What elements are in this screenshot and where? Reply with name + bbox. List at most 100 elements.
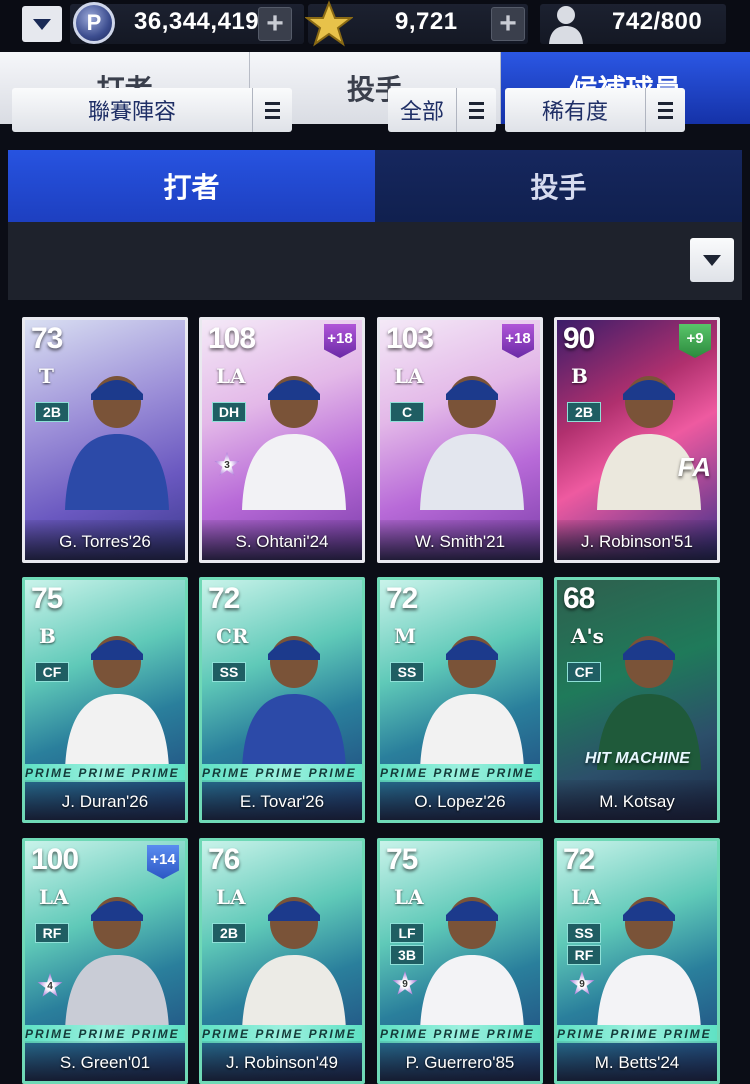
position-badge: SS <box>212 662 246 682</box>
player-portrait <box>420 897 524 1031</box>
player-card[interactable]: 75 B CF PRIME PRIME PRIME J. Duran'26 <box>22 577 188 823</box>
card-overall: 103 <box>386 322 434 355</box>
card-overall: 100 <box>31 843 79 876</box>
team-logo: CR <box>216 624 249 648</box>
player-name: J. Robinson'51 <box>557 520 717 560</box>
team-logo: LA <box>39 885 69 909</box>
position-badge: RF <box>567 945 601 965</box>
player-name: J. Duran'26 <box>25 780 185 820</box>
sub-tabs: 打者 投手 <box>8 150 742 222</box>
player-portrait <box>65 636 169 770</box>
player-card[interactable]: 90 B 2B +9 FA J. Robinson'51 <box>554 317 720 563</box>
position-badge: 2B <box>35 402 69 422</box>
player-card[interactable]: 76 LA 2B PRIME PRIME PRIME J. Robinson'49 <box>199 838 365 1084</box>
player-portrait <box>242 376 346 510</box>
add-points-button[interactable]: + <box>258 7 292 41</box>
card-overall: 75 <box>31 582 63 615</box>
player-card[interactable]: 103 LA C +18 W. Smith'21 <box>377 317 543 563</box>
currency-bar: P 36,344,419 + 9,721 + 742/800 <box>0 0 750 50</box>
card-overall: 90 <box>563 322 595 355</box>
person-icon <box>549 6 583 44</box>
player-portrait <box>420 376 524 510</box>
player-card[interactable]: 100 LA RF +14 4 PRIME PRIME PRIME S. Green'01 <box>22 838 188 1084</box>
player-portrait <box>597 636 701 770</box>
player-name: M. Betts'24 <box>557 1041 717 1081</box>
position-badge: SS <box>390 662 424 682</box>
player-card[interactable]: 108 LA DH +18 3 S. Ohtani'24 <box>199 317 365 563</box>
player-card[interactable]: 72 CR SS PRIME PRIME PRIME E. Tovar'26 <box>199 577 365 823</box>
team-logo: LA <box>216 364 246 388</box>
player-portrait <box>65 897 169 1031</box>
position-badge: 3B <box>390 945 424 965</box>
star-icon <box>305 0 353 47</box>
player-card[interactable]: 72 M SS PRIME PRIME PRIME O. Lopez'26 <box>377 577 543 823</box>
roster-count: 742/800 <box>612 8 703 35</box>
menu-icon <box>252 88 292 132</box>
player-name: O. Lopez'26 <box>380 780 540 820</box>
card-overall: 72 <box>208 582 240 615</box>
player-name: E. Tovar'26 <box>202 780 362 820</box>
position-badge: CF <box>567 662 601 682</box>
lineup-filter[interactable]: 聯賽陣容 <box>12 88 292 132</box>
team-logo: B <box>39 624 56 648</box>
stars-value: 9,721 <box>395 8 458 35</box>
team-logo: LA <box>571 885 601 909</box>
player-portrait <box>420 636 524 770</box>
player-card[interactable]: 72 LA SS RF 9 PRIME PRIME PRIME M. Betts'24 <box>554 838 720 1084</box>
card-overall: 76 <box>208 843 240 876</box>
player-name: G. Torres'26 <box>25 520 185 560</box>
player-portrait <box>242 897 346 1031</box>
subtab-batters[interactable]: 打者 <box>8 150 375 222</box>
player-portrait <box>242 636 346 770</box>
position-badge: SS <box>567 923 601 943</box>
position-badge: DH <box>212 402 246 422</box>
position-badge: C <box>390 402 424 422</box>
player-portrait <box>597 376 701 510</box>
player-portrait <box>597 897 701 1031</box>
player-name: M. Kotsay <box>557 780 717 820</box>
card-overall: 72 <box>563 843 595 876</box>
add-stars-button[interactable]: + <box>491 7 525 41</box>
chevron-down-icon <box>33 18 51 30</box>
position-badge: RF <box>35 923 69 943</box>
menu-icon <box>456 88 496 132</box>
player-name: S. Ohtani'24 <box>202 520 362 560</box>
position-badge: 2B <box>212 923 246 943</box>
points-coin-icon: P <box>73 2 115 44</box>
team-logo: T <box>39 364 54 388</box>
player-card[interactable]: 75 LA LF 3B 9 PRIME PRIME PRIME P. Guerrero'85 <box>377 838 543 1084</box>
menu-dropdown-button[interactable] <box>22 6 62 42</box>
position-badge: CF <box>35 662 69 682</box>
sort-filter[interactable]: 稀有度 <box>505 88 685 132</box>
subtab-pitchers[interactable]: 投手 <box>375 150 742 222</box>
player-name: S. Green'01 <box>25 1041 185 1081</box>
fa-label: FA <box>677 452 711 482</box>
filter-panel: 打者 投手 <box>8 150 742 300</box>
card-overall: 108 <box>208 322 256 355</box>
team-logo: B <box>571 364 588 388</box>
player-name: J. Robinson'49 <box>202 1041 362 1081</box>
lineup-filter-label: 聯賽陣容 <box>87 99 176 124</box>
chevron-down-icon <box>703 254 721 266</box>
sort-filter-label: 稀有度 <box>541 99 608 124</box>
card-overall: 68 <box>563 582 595 615</box>
card-overall: 75 <box>386 843 418 876</box>
team-logo: LA <box>216 885 246 909</box>
points-value: 36,344,419 <box>134 8 260 35</box>
menu-icon <box>645 88 685 132</box>
position-badge: LF <box>390 923 424 943</box>
position-badge: 2B <box>567 402 601 422</box>
scope-filter[interactable]: 全部 <box>388 88 496 132</box>
sort-order-button[interactable] <box>690 238 734 282</box>
player-name: W. Smith'21 <box>380 520 540 560</box>
player-card[interactable]: 68 A's CF HIT MACHINE M. Kotsay <box>554 577 720 823</box>
team-logo: LA <box>394 364 424 388</box>
card-overall: 72 <box>386 582 418 615</box>
scope-filter-label: 全部 <box>399 99 444 124</box>
hit-machine-label: HIT MACHINE <box>585 750 690 767</box>
card-overall: 73 <box>31 322 63 355</box>
team-logo: M <box>394 624 417 648</box>
team-logo: A's <box>571 624 604 648</box>
team-logo: LA <box>394 885 424 909</box>
player-card[interactable]: 73 T 2B G. Torres'26 <box>22 317 188 563</box>
